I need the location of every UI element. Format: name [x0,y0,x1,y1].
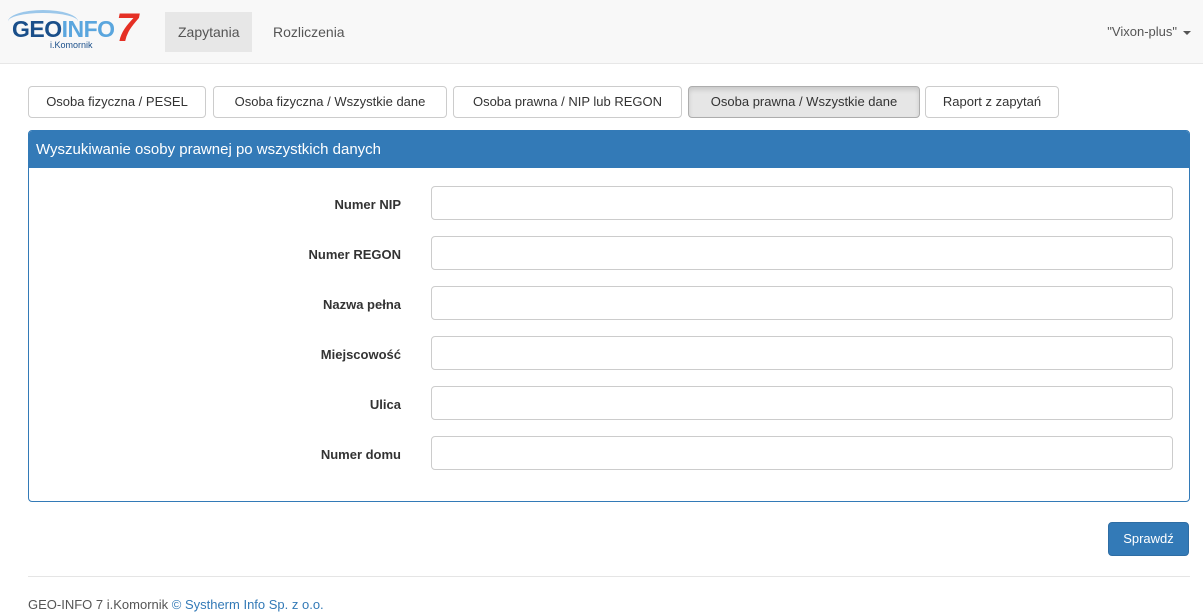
navbar: GEOINFO 7 i.Komornik Zapytania Rozliczen… [0,0,1203,64]
nav-item-rozliczenia[interactable]: Rozliczenia [260,12,358,52]
house-number-input[interactable] [431,436,1173,470]
street-input[interactable] [431,386,1173,420]
street-label: Ulica [369,397,401,412]
full-name-input[interactable] [431,286,1173,320]
tab-osoba-prawna-nip-regon[interactable]: Osoba prawna / NIP lub REGON [453,86,682,118]
regon-input[interactable] [431,236,1173,270]
logo-geo: GEO [12,16,62,42]
city-input[interactable] [431,336,1173,370]
footer: GEO-INFO 7 i.Komornik © Systherm Info Sp… [28,597,324,612]
house-number-label: Numer domu [320,447,401,462]
full-name-label: Nazwa pełna [322,297,401,312]
nip-label: Numer NIP [334,197,401,212]
caret-down-icon [1183,30,1191,35]
nip-input[interactable] [431,186,1173,220]
tab-osoba-fizyczna-wszystkie-dane[interactable]: Osoba fizyczna / Wszystkie dane [213,86,447,118]
city-label: Miejscowość [320,347,401,362]
footer-divider [28,576,1190,577]
check-button[interactable]: Sprawdź [1108,522,1189,556]
logo-seven: 7 [116,6,139,50]
logo-info: INFO [61,16,115,42]
regon-label: Numer REGON [308,247,401,262]
footer-company-link[interactable]: © Systherm Info Sp. z o.o. [172,597,324,612]
footer-text: GEO-INFO 7 i.Komornik [28,597,172,612]
user-menu-label: "Vixon-plus" [1107,24,1177,39]
panel-title: Wyszukiwanie osoby prawnej po wszystkich… [29,131,1189,168]
search-panel: Wyszukiwanie osoby prawnej po wszystkich… [28,130,1190,502]
tab-raport-z-zapytan[interactable]: Raport z zapytań [925,86,1059,118]
logo-subtitle: i.Komornik [50,40,93,50]
user-menu[interactable]: "Vixon-plus" [1107,12,1191,52]
geo-info-logo[interactable]: GEOINFO 7 i.Komornik [8,8,152,52]
nav-item-zapytania[interactable]: Zapytania [165,12,253,52]
tab-osoba-prawna-wszystkie-dane[interactable]: Osoba prawna / Wszystkie dane [688,86,920,118]
tab-osoba-fizyczna-pesel[interactable]: Osoba fizyczna / PESEL [28,86,206,118]
